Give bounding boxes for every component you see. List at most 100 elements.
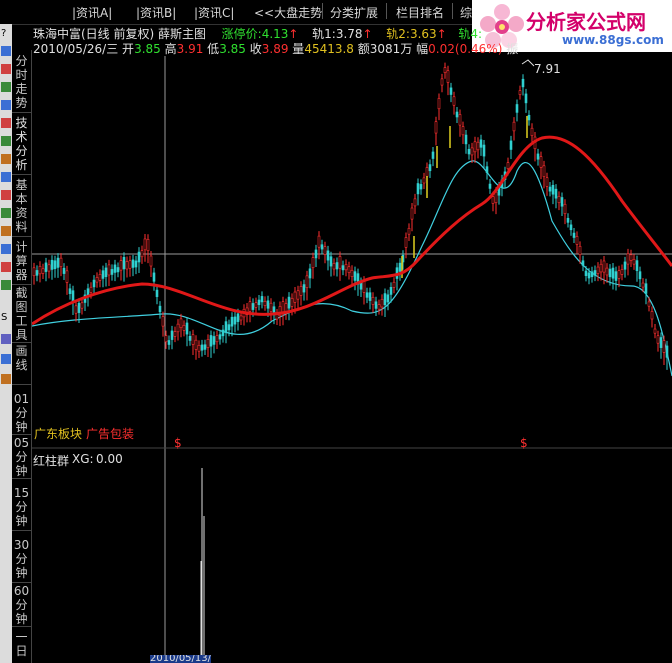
tab-1min[interactable]: 01分钟 bbox=[12, 392, 31, 434]
tab-draw-line[interactable]: 画线 bbox=[12, 344, 31, 372]
tab-30min[interactable]: 30分钟 bbox=[12, 538, 31, 580]
candle-body bbox=[506, 162, 510, 169]
candle-body bbox=[350, 269, 354, 278]
candle-body bbox=[215, 335, 219, 343]
sector-label[interactable]: 广东板块 bbox=[34, 425, 82, 442]
rail2-label: 轨2: bbox=[386, 27, 410, 41]
price-chart[interactable] bbox=[32, 56, 672, 663]
zoom-icon[interactable] bbox=[1, 374, 11, 384]
cursor-date: 2010/05/13/ bbox=[150, 655, 212, 663]
candle-body bbox=[539, 156, 543, 168]
trend-icon[interactable] bbox=[1, 118, 11, 128]
candle-body bbox=[383, 293, 387, 306]
settings-icon[interactable] bbox=[1, 172, 11, 182]
concept-label[interactable]: 广告包装 bbox=[86, 425, 134, 442]
candle-body bbox=[449, 87, 453, 95]
tab-fundamentals[interactable]: 基本资料 bbox=[12, 178, 31, 234]
candle-body bbox=[38, 265, 42, 275]
candle-body bbox=[239, 315, 243, 321]
candle-body bbox=[203, 344, 207, 350]
tab-technical[interactable]: 技术分析 bbox=[12, 116, 31, 172]
candle-body bbox=[410, 207, 414, 220]
candle-body bbox=[611, 267, 615, 279]
tab-intraday[interactable]: 分时走势 bbox=[12, 54, 31, 110]
menu-market-trend[interactable]: <<大盘走势 bbox=[254, 4, 322, 21]
tab-60min[interactable]: 60分钟 bbox=[12, 584, 31, 626]
candle-body bbox=[53, 260, 57, 270]
candle-body bbox=[554, 188, 558, 199]
menu-news-b[interactable]: |资讯B| bbox=[136, 4, 176, 21]
candle-body bbox=[140, 250, 144, 258]
candle-body bbox=[167, 340, 171, 345]
menu-category-expand[interactable]: 分类扩展 bbox=[330, 4, 378, 21]
low-value: 3.85 bbox=[219, 42, 246, 56]
candle-body bbox=[254, 302, 258, 308]
candle-body bbox=[329, 256, 333, 267]
move-icon[interactable] bbox=[1, 354, 11, 364]
tab-15min[interactable]: 15分钟 bbox=[12, 486, 31, 528]
candle-body bbox=[548, 186, 552, 192]
rail1-value: 3.78 bbox=[335, 27, 363, 41]
tab-daily[interactable]: 一日 bbox=[12, 630, 31, 658]
candle-body bbox=[221, 329, 225, 337]
tab-screenshot[interactable]: 截图工具 bbox=[12, 286, 31, 342]
chart-title: 珠海中富(日线 前复权) 薛斯主图 bbox=[33, 27, 206, 41]
help-icon[interactable]: ? bbox=[1, 28, 6, 39]
si-icon[interactable]: S bbox=[1, 312, 7, 323]
menu-column-ranking[interactable]: 栏目排名 bbox=[396, 4, 444, 21]
candle-body bbox=[260, 296, 264, 303]
candle-body bbox=[389, 287, 393, 295]
candle-body bbox=[530, 127, 534, 136]
menu-more[interactable]: 综 bbox=[460, 4, 472, 21]
candle-body bbox=[68, 288, 72, 294]
candle-body bbox=[80, 302, 84, 309]
candle-body bbox=[152, 272, 156, 282]
event-marker[interactable]: $ bbox=[174, 436, 182, 450]
arrows-icon[interactable] bbox=[1, 334, 11, 344]
calc-icon[interactable] bbox=[1, 154, 11, 164]
window-icon[interactable] bbox=[1, 46, 11, 56]
chart-icon[interactable] bbox=[1, 64, 11, 74]
candle-body bbox=[263, 301, 267, 306]
candle-body bbox=[311, 257, 315, 268]
candle-body bbox=[41, 268, 45, 274]
candle-body bbox=[434, 121, 438, 134]
tool-icon[interactable] bbox=[1, 226, 11, 236]
event-marker[interactable]: $ bbox=[520, 436, 528, 450]
close-label: 收 bbox=[249, 42, 262, 56]
candle-body bbox=[584, 270, 588, 276]
candle-body bbox=[623, 261, 627, 270]
bar-icon[interactable] bbox=[1, 82, 11, 92]
candle-body bbox=[488, 183, 492, 189]
candle-body bbox=[422, 177, 426, 184]
candle-body bbox=[635, 260, 639, 271]
candle-body bbox=[326, 250, 330, 261]
candle-body bbox=[581, 260, 585, 266]
alert-icon[interactable] bbox=[1, 190, 11, 200]
mark-icon[interactable] bbox=[1, 262, 11, 272]
indicator-xg-value: 0.00 bbox=[96, 452, 123, 466]
candle-body bbox=[131, 259, 135, 268]
candle-body bbox=[404, 237, 408, 248]
volume-value: 45413.8 bbox=[304, 42, 354, 56]
tab-5min[interactable]: 05分钟 bbox=[12, 436, 31, 478]
grid-icon[interactable] bbox=[1, 136, 11, 146]
candle-body bbox=[47, 264, 51, 272]
candle-body bbox=[665, 345, 669, 358]
list-icon[interactable] bbox=[1, 208, 11, 218]
monitor-icon[interactable] bbox=[1, 100, 11, 110]
candle-body bbox=[362, 280, 366, 293]
candle-body bbox=[266, 300, 270, 309]
menu-news-a[interactable]: |资讯A| bbox=[72, 4, 112, 21]
tab-calculator[interactable]: 计算器 bbox=[12, 240, 31, 282]
candle-body bbox=[614, 271, 618, 281]
up-arrow-icon: ↑ bbox=[288, 27, 299, 41]
candle-body bbox=[236, 313, 240, 322]
table-icon[interactable] bbox=[1, 244, 11, 254]
candle-body bbox=[110, 269, 114, 275]
filter-icon[interactable] bbox=[1, 280, 11, 290]
candle-body bbox=[662, 340, 666, 353]
candle-body bbox=[542, 165, 546, 177]
candle-body bbox=[578, 246, 582, 255]
menu-news-c[interactable]: |资讯C| bbox=[194, 4, 234, 21]
